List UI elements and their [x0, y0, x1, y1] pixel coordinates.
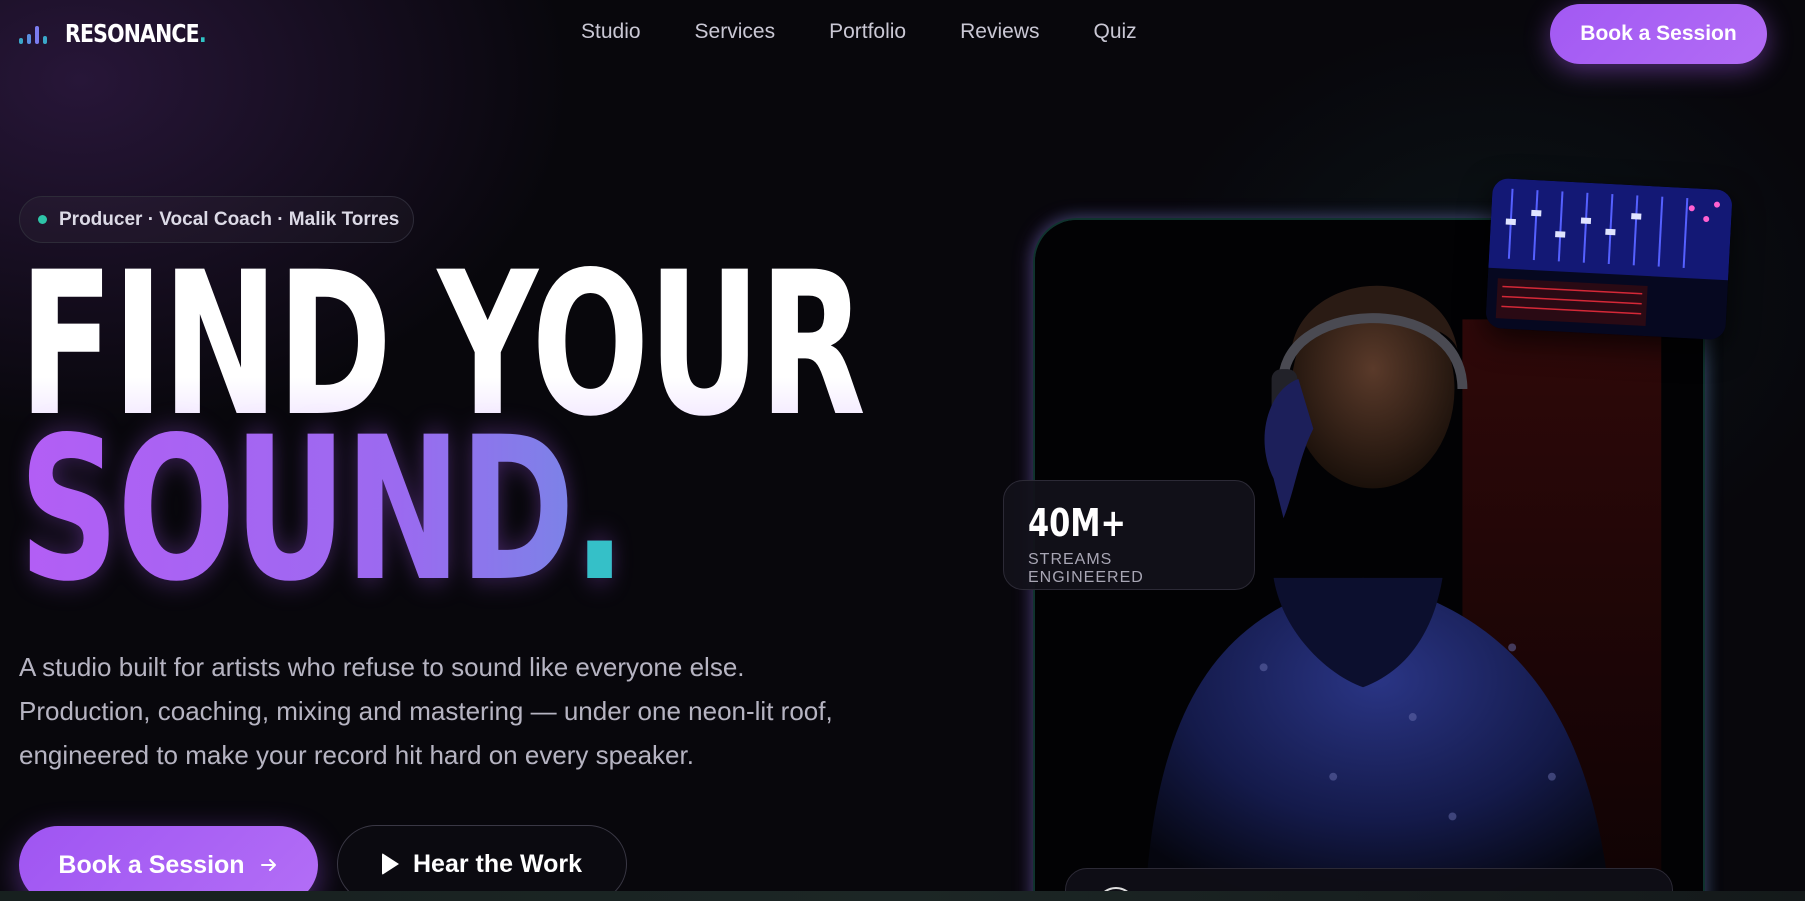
top-navigation: RESONANCE. Studio Services Portfolio Rev…: [0, 0, 1805, 66]
mixing-console-icon: [1485, 177, 1733, 341]
stat-value: 40M+: [1028, 501, 1127, 545]
nav-link-quiz[interactable]: Quiz: [1093, 20, 1136, 44]
streams-stat-card: 40M+ STREAMS ENGINEERED: [1003, 480, 1255, 590]
headline-line-2: SOUND.: [19, 411, 864, 609]
eyebrow-text: Producer · Vocal Coach · Malik Torres: [59, 208, 400, 230]
nav-link-portfolio[interactable]: Portfolio: [829, 20, 906, 44]
nav-links: Studio Services Portfolio Reviews Quiz: [581, 20, 1137, 44]
arrow-right-icon: [260, 859, 276, 871]
brand-dot: .: [198, 18, 207, 48]
brand-name: RESONANCE.: [65, 18, 207, 48]
secondary-cta-label: Hear the Work: [412, 849, 583, 878]
primary-cta-label: Book a Session: [58, 850, 245, 879]
mixing-console-image: [1485, 177, 1733, 341]
hero-book-session-button[interactable]: Book a Session: [19, 826, 318, 901]
hear-the-work-button[interactable]: Hear the Work: [337, 825, 627, 901]
hero-description: A studio built for artists who refuse to…: [19, 652, 833, 770]
nav-link-studio[interactable]: Studio: [581, 20, 641, 44]
brand-logo[interactable]: RESONANCE.: [19, 18, 237, 48]
status-dot-icon: [38, 215, 47, 224]
nav-link-reviews[interactable]: Reviews: [960, 20, 1039, 44]
stat-label: STREAMS ENGINEERED: [1028, 551, 1144, 586]
play-icon: [381, 853, 399, 875]
bottom-edge-strip: [0, 891, 1805, 901]
nav-book-session-button[interactable]: Book a Session: [1550, 4, 1767, 64]
equalizer-bars-icon: [19, 22, 51, 44]
headline-dot: .: [573, 394, 626, 625]
nav-link-services[interactable]: Services: [695, 20, 776, 44]
